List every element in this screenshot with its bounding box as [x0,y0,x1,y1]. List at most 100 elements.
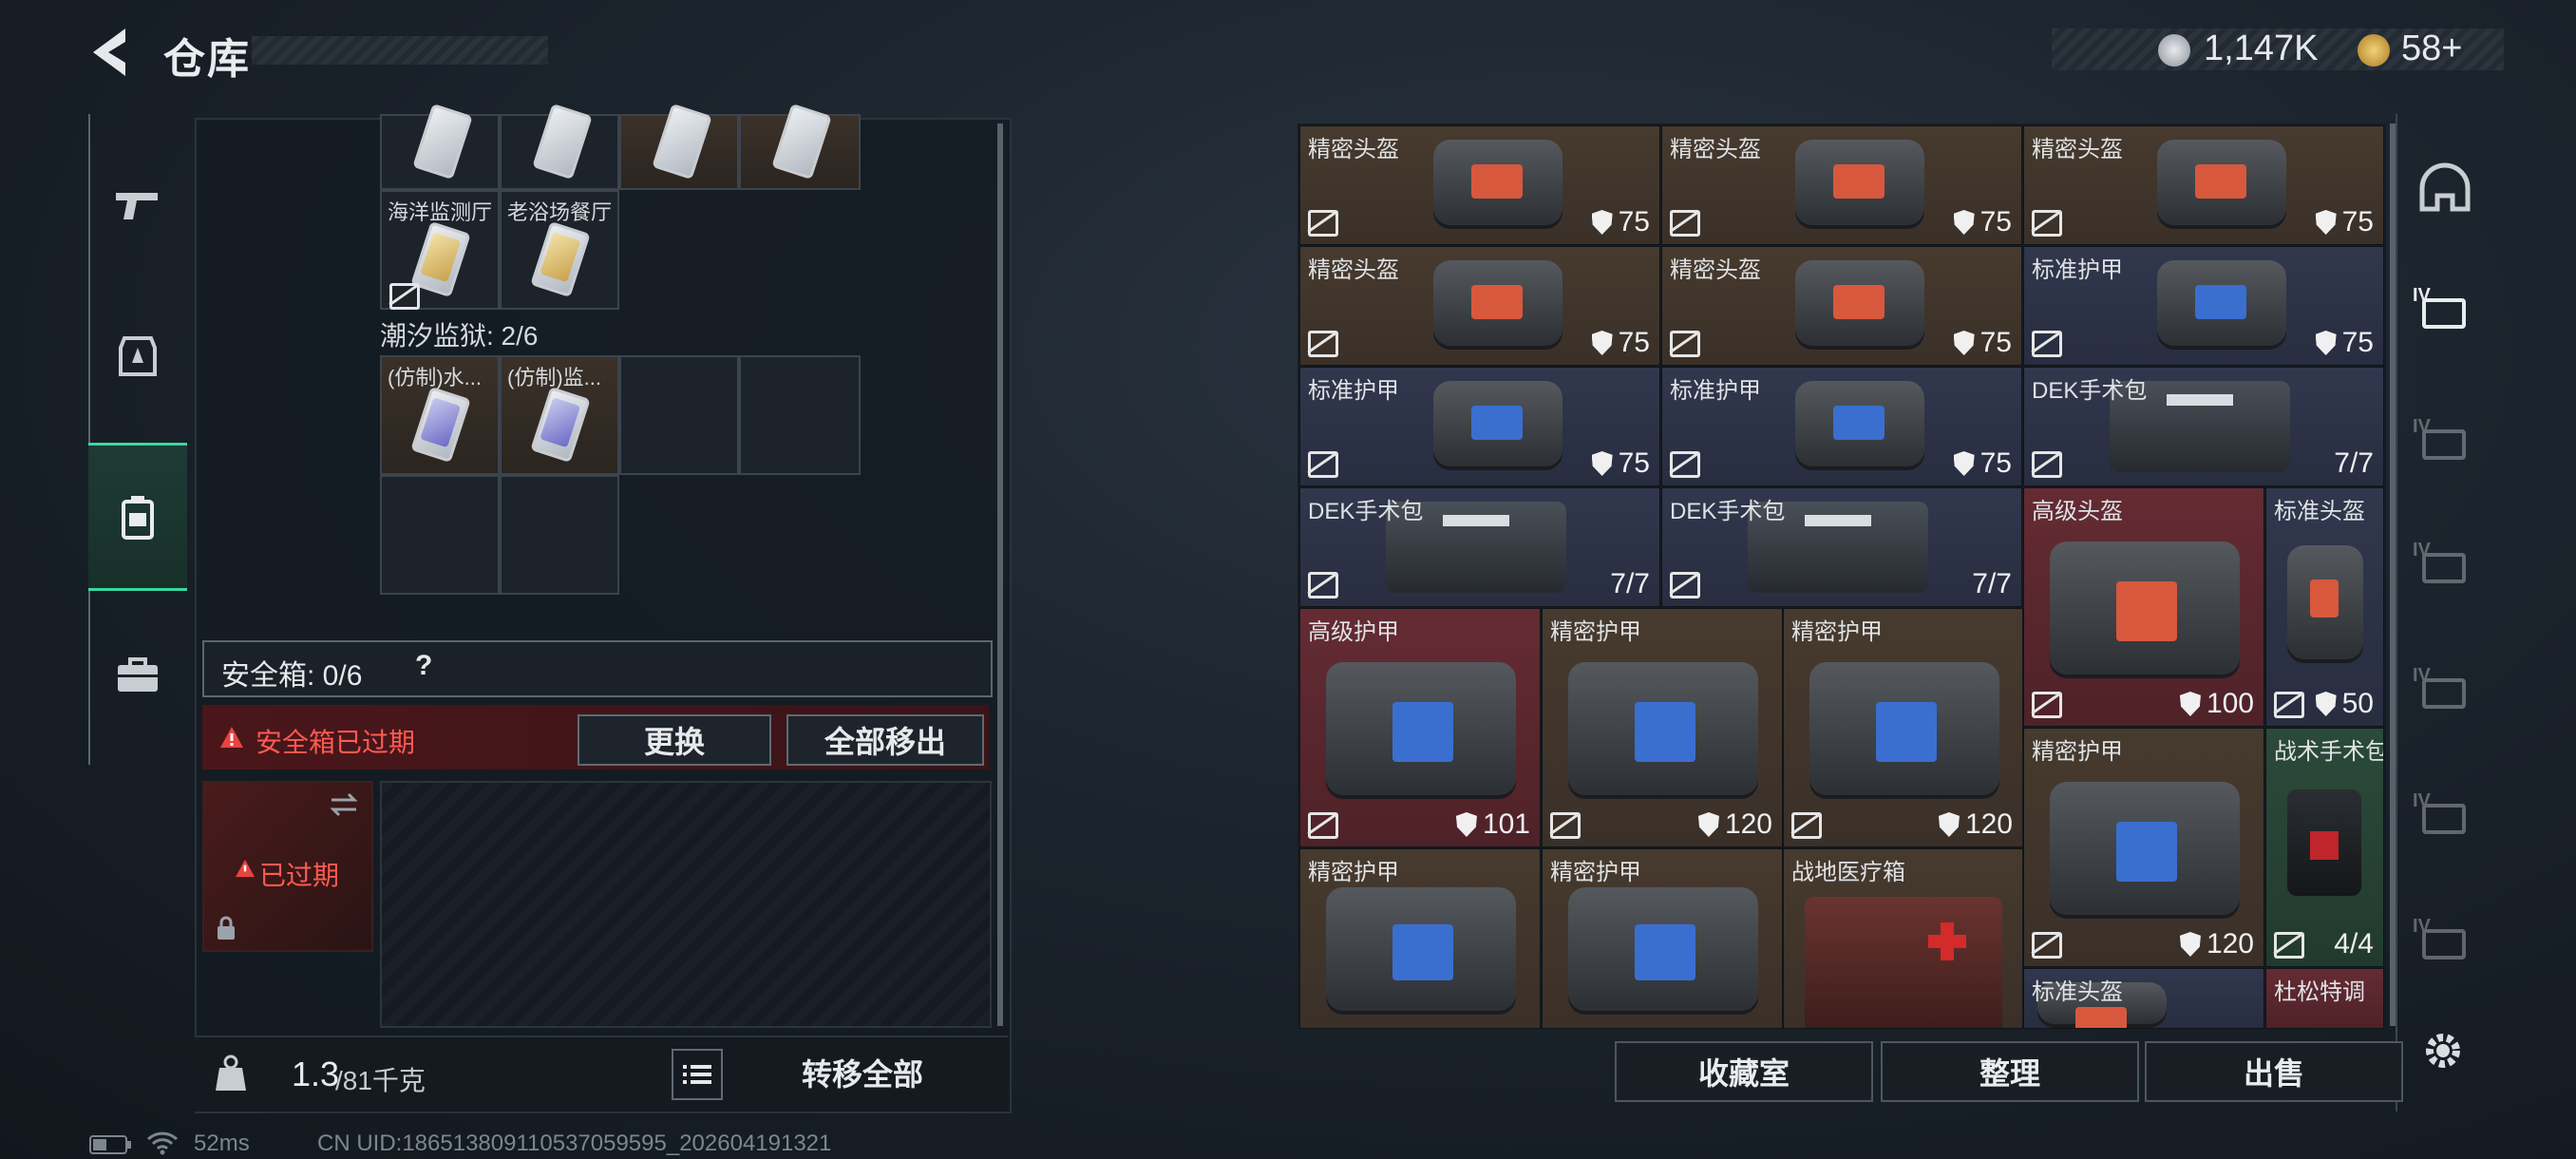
no-insure-icon [2032,331,2062,357]
helmet-slot-icon[interactable] [2418,162,2472,219]
item-slot[interactable] [380,103,500,190]
stash-item[interactable]: DEK手术包 7/7 [2023,367,2384,486]
item-name: DEK手术包 [1670,499,1786,524]
stash-item[interactable]: 标准头盔 [2023,968,2264,1029]
stash-item[interactable]: DEK手术包 7/7 [1661,487,2022,607]
gold-amount[interactable]: 58+ [2401,28,2462,69]
shield-icon [1591,331,1613,355]
equipment-slot-icon[interactable]: IV [2413,916,2473,967]
organize-button[interactable]: 整理 [1881,1041,2139,1102]
expired-safe-box[interactable]: 已过期 [202,781,373,952]
item-name: 杜松特调 [2274,979,2365,1005]
item-value: 75 [1591,206,1650,238]
stash-item[interactable]: 标准护甲 75 [1661,367,2022,486]
stash-item[interactable]: 精密护甲 [1299,848,1541,1029]
stash-item[interactable]: 标准护甲 75 [1299,367,1660,486]
weight-icon [216,1054,246,1091]
tab-backpack[interactable] [88,443,187,591]
stash-item[interactable]: 精密头盔 75 [1661,246,2022,366]
tab-weapons[interactable] [88,133,187,276]
no-insure-icon [2032,210,2062,237]
keycard-slot[interactable]: (仿制)监... [500,355,619,475]
expired-badge: 已过期 [259,861,340,890]
empty-slot[interactable] [619,355,739,475]
gear-icon[interactable] [2420,1028,2466,1078]
stash-item[interactable]: 精密头盔 75 [1299,125,1660,245]
no-insure-icon [1791,812,1822,839]
stash-item[interactable]: 高级头盔 100 [2023,487,2264,727]
swap-icon[interactable] [328,790,360,819]
stash-item[interactable]: 战术手术包 4/4 [2265,728,2384,967]
list-icon[interactable] [672,1049,723,1100]
keycard-slot[interactable]: 海洋监测厅 [380,190,500,310]
item-name: 精密头盔 [1308,137,1399,162]
stash-item[interactable]: 精密头盔 75 [2023,125,2384,245]
tab-armor[interactable] [88,285,187,428]
equipment-slot-icon[interactable]: IV [2413,665,2473,716]
back-arrow-icon[interactable] [87,25,137,80]
equipment-slot-icon[interactable]: IV [2413,790,2473,842]
stash-item[interactable]: 高级护甲 101 [1299,608,1541,847]
item-slot[interactable] [500,103,619,190]
item-name: DEK手术包 [2032,378,2148,404]
no-insure-icon [1308,331,1338,357]
empty-slot[interactable] [500,475,619,595]
safe-box-grid[interactable] [380,781,992,1028]
keycard-slot[interactable]: 老浴场餐厅 [500,190,619,310]
item-slot[interactable] [739,103,861,190]
no-insure-icon [1308,451,1338,478]
empty-slot[interactable] [380,475,500,595]
collection-room-button[interactable]: 收藏室 [1615,1041,1873,1102]
item-name: 标准头盔 [2032,979,2123,1005]
no-insure-icon [2274,932,2304,959]
silver-coin-icon [2158,34,2190,66]
equipment-slot-icon[interactable]: IV [2413,416,2473,467]
shield-icon [1953,331,1975,355]
weight-max: /81千克 [335,1066,426,1095]
item-value: 7/7 [1972,568,2012,599]
tab-briefcase[interactable] [88,604,187,747]
no-insure-icon [1308,210,1338,237]
shield-icon [1938,812,1960,837]
no-insure-icon [1308,572,1338,598]
no-insure-icon [2032,451,2062,478]
move-all-out-button[interactable]: 全部移出 [786,714,984,766]
empty-slot[interactable] [739,355,861,475]
stash-item[interactable]: 精密护甲 120 [2023,728,2264,967]
item-value: 75 [1953,327,2012,359]
stash-item[interactable]: 精密护甲 [1542,848,1783,1029]
ping-text: 52ms [194,1130,250,1156]
item-name: 标准头盔 [2274,499,2365,524]
transfer-all-button[interactable]: 转移全部 [734,1049,991,1096]
item-name: 精密护甲 [1550,619,1641,645]
stash-item[interactable]: 标准头盔 50 [2265,487,2384,727]
keycard-slot[interactable]: (仿制)水... [380,355,500,475]
equipment-slot-icon[interactable]: IV [2413,540,2473,591]
silver-amount: 1,147K [2204,28,2319,68]
no-insure-icon [1670,210,1700,237]
stash-item[interactable]: 精密护甲 120 [1783,608,2023,847]
stash-item[interactable]: 杜松特调 [2265,968,2384,1029]
equipment-slot-icon[interactable]: IV [2413,285,2473,336]
prison-keycard-count: 潮汐监狱: 2/6 [380,321,539,351]
backpack-scrollbar[interactable] [997,124,1003,1026]
shield-icon [2179,692,2201,716]
stash-item[interactable]: 精密头盔 75 [1661,125,2022,245]
replace-button[interactable]: 更换 [578,714,771,766]
stash-item[interactable]: 战地医疗箱 [1783,848,2023,1029]
stash-item[interactable]: 精密头盔 75 [1299,246,1660,366]
no-insure-icon [2274,692,2304,718]
help-icon[interactable]: ? [415,650,432,682]
item-slot[interactable] [619,103,739,190]
sell-button[interactable]: 出售 [2145,1041,2403,1102]
no-insure-icon [2032,692,2062,718]
stash-item[interactable]: 标准护甲 75 [2023,246,2384,366]
stash-item[interactable]: DEK手术包 7/7 [1299,487,1660,607]
shield-icon [1953,451,1975,476]
no-insure-icon [1670,451,1700,478]
stash-item[interactable]: 精密护甲 120 [1542,608,1783,847]
lock-icon [218,916,235,940]
item-name: 战术手术包 [2274,739,2384,765]
backpack-icon [122,496,154,540]
shield-icon [1591,451,1613,476]
